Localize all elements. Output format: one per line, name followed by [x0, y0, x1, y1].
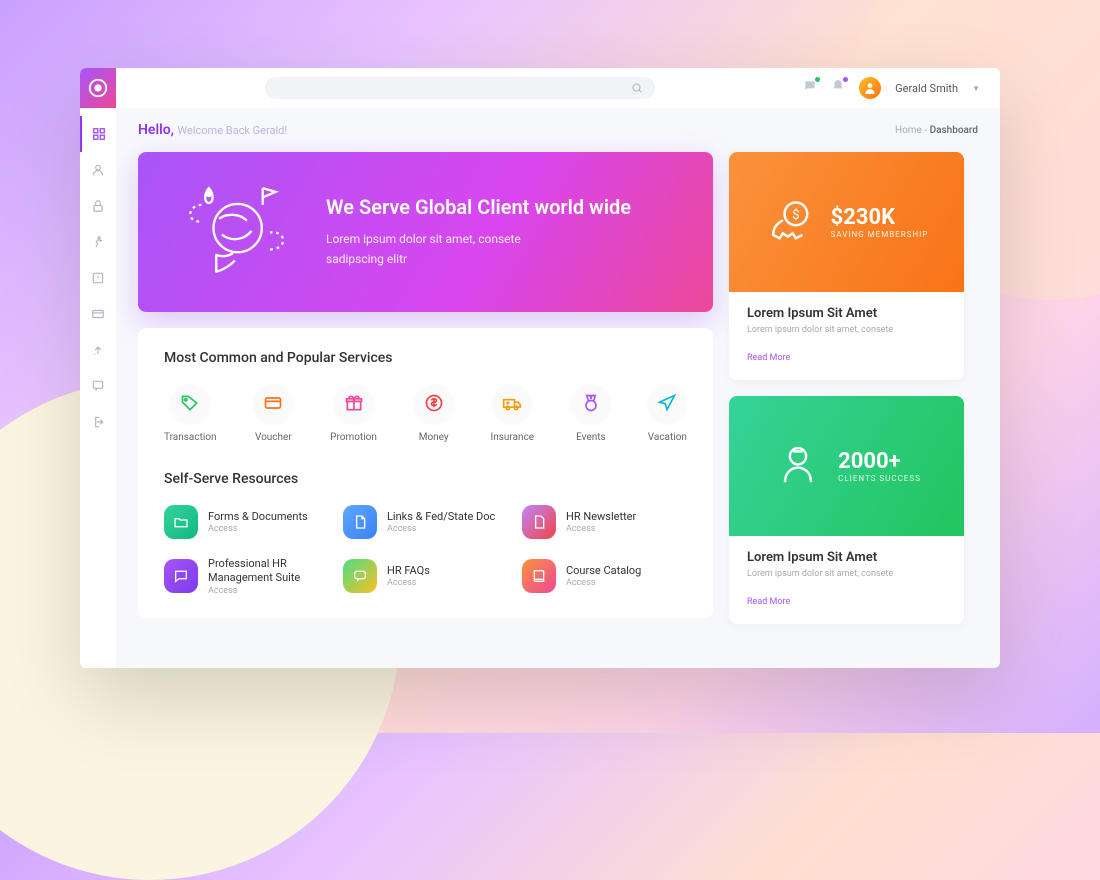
resource-faqs[interactable]: HR FAQsAccess [343, 557, 508, 596]
read-more-link[interactable]: Read More [747, 597, 790, 607]
service-promotion[interactable]: Promotion [330, 384, 377, 443]
breadcrumb: Home - Dashboard [895, 125, 978, 136]
content: Hello, Welcome Back Gerald! Home - Dashb… [116, 108, 1000, 668]
nav-dashboard[interactable] [80, 116, 116, 152]
resources-title: Self-Serve Resources [164, 471, 687, 487]
resource-links[interactable]: Links & Fed/State DocAccess [343, 505, 508, 539]
nav-upload[interactable] [80, 332, 116, 368]
gift-icon [335, 384, 373, 422]
card-clients: 2000+ CLIENTS SUCCESS Lorem Ipsum Sit Am… [729, 396, 964, 624]
ambulance-icon [493, 384, 531, 422]
caret-down-icon[interactable]: ▼ [972, 84, 980, 93]
document-icon [343, 505, 377, 539]
services-panel: Most Common and Popular Services Transac… [138, 328, 713, 618]
services-title: Most Common and Popular Services [164, 350, 687, 366]
saving-icon: $ [765, 196, 817, 248]
service-vacation[interactable]: Vacation [648, 384, 687, 443]
file-icon [522, 505, 556, 539]
nav-card[interactable] [80, 296, 116, 332]
nav-archive[interactable] [80, 260, 116, 296]
read-more-link[interactable]: Read More [747, 353, 790, 363]
resource-catalog[interactable]: Course CatalogAccess [522, 557, 687, 596]
nav-lock[interactable] [80, 188, 116, 224]
avatar[interactable] [859, 77, 881, 99]
folder-icon [164, 505, 198, 539]
resource-newsletter[interactable]: HR NewsletterAccess [522, 505, 687, 539]
nav-user[interactable] [80, 152, 116, 188]
breadcrumb-home[interactable]: Home [895, 125, 922, 136]
service-voucher[interactable]: Voucher [254, 384, 292, 443]
hero-title: We Serve Global Client world wide [326, 195, 631, 219]
globe-icon [168, 177, 298, 287]
client-icon [772, 440, 824, 492]
card-savings: $ $230K SAVING MEMBERSHIP Lorem Ipsum Si… [729, 152, 964, 380]
service-insurance[interactable]: Insurance [491, 384, 535, 443]
search-input[interactable] [265, 77, 655, 99]
tag-icon [171, 384, 209, 422]
bell-icon[interactable] [831, 79, 845, 97]
greeting: Hello, Welcome Back Gerald! [138, 122, 287, 138]
chat-icon[interactable] [803, 79, 817, 97]
sidebar [80, 108, 116, 668]
service-money[interactable]: Money [415, 384, 453, 443]
book-icon [522, 559, 556, 593]
resource-forms[interactable]: Forms & DocumentsAccess [164, 505, 329, 539]
chat-bubble-icon [343, 559, 377, 593]
hero-banner: We Serve Global Client world wide Lorem … [138, 152, 713, 312]
logo[interactable] [80, 68, 116, 108]
service-events[interactable]: Events [572, 384, 610, 443]
nav-comment[interactable] [80, 368, 116, 404]
comment-icon [164, 559, 198, 593]
nav-runner[interactable] [80, 224, 116, 260]
card-icon [254, 384, 292, 422]
search-icon [631, 82, 643, 94]
nav-logout[interactable] [80, 404, 116, 440]
plane-icon [648, 384, 686, 422]
service-transaction[interactable]: Transaction [164, 384, 217, 443]
user-name: Gerald Smith [895, 82, 958, 95]
app-window: Gerald Smith ▼ Hello, Welcome Back Geral… [80, 68, 1000, 668]
topbar: Gerald Smith ▼ [80, 68, 1000, 108]
resource-hr-suite[interactable]: Professional HR Management SuiteAccess [164, 557, 329, 596]
svg-text:$: $ [792, 208, 799, 223]
medal-icon [572, 384, 610, 422]
dollar-icon [415, 384, 453, 422]
